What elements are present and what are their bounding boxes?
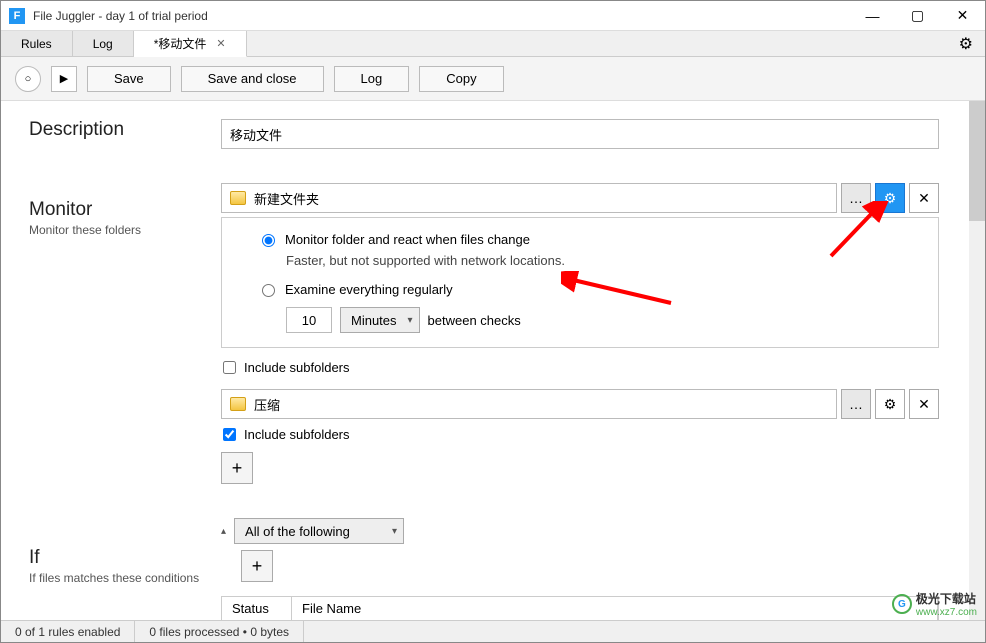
statusbar: 0 of 1 rules enabled 0 files processed •… [1, 620, 985, 642]
folder-path[interactable]: 新建文件夹 [254, 189, 836, 208]
tab-label: *移动文件 [154, 35, 207, 52]
vertical-scrollbar[interactable] [969, 101, 985, 626]
folder-icon [230, 191, 246, 205]
include-subfolders-row: Include subfolders [221, 356, 939, 379]
if-condition-row: ▴ All of the following [221, 518, 939, 544]
titlebar: F File Juggler - day 1 of trial period —… [1, 1, 985, 31]
gear-icon: ⚙ [884, 190, 897, 207]
if-section-title: If [29, 547, 201, 569]
monitor-options-panel: Monitor folder and react when files chan… [221, 217, 939, 348]
folder-icon [230, 397, 246, 411]
monitor-mode-sublabel: Faster, but not supported with network l… [286, 253, 918, 268]
tab-label: Log [93, 37, 113, 51]
include-subfolders-row: Include subfolders [221, 423, 939, 446]
watermark: G 极光下载站 www.xz7.com [892, 590, 977, 618]
description-section-title: Description [29, 119, 201, 141]
tab-close-icon[interactable]: ✕ [216, 37, 225, 50]
tab-log[interactable]: Log [73, 31, 134, 56]
include-subfolders-label: Include subfolders [244, 427, 350, 442]
log-button[interactable]: Log [334, 66, 410, 92]
remove-folder-button[interactable]: ✕ [909, 389, 939, 419]
save-and-close-button[interactable]: Save and close [181, 66, 324, 92]
folder-settings-button[interactable]: ⚙ [875, 389, 905, 419]
scrollbar-thumb[interactable] [969, 101, 985, 221]
settings-gear-button[interactable]: ⚙ [947, 31, 985, 56]
examine-mode-radio-row: Examine everything regularly [262, 282, 918, 297]
include-subfolders-checkbox[interactable] [223, 428, 236, 441]
results-table-header: Status File Name [221, 596, 939, 620]
window-controls: — ▢ ✕ [850, 1, 985, 31]
include-subfolders-label: Include subfolders [244, 360, 350, 375]
gear-icon: ⚙ [959, 34, 973, 54]
monitor-section-subtitle: Monitor these folders [29, 223, 201, 237]
interval-unit-select[interactable]: Minutes [340, 307, 420, 333]
copy-button[interactable]: Copy [419, 66, 503, 92]
table-header-filename[interactable]: File Name [292, 597, 938, 620]
close-window-button[interactable]: ✕ [940, 1, 985, 31]
tab-label: Rules [21, 37, 52, 51]
tab-rules[interactable]: Rules [1, 31, 73, 56]
gear-icon: ⚙ [884, 396, 897, 413]
status-rules-enabled: 0 of 1 rules enabled [1, 621, 135, 642]
close-icon: ✕ [918, 190, 930, 207]
remove-folder-button[interactable]: ✕ [909, 183, 939, 213]
interval-row: Minutes between checks [286, 307, 918, 333]
monitor-mode-label: Monitor folder and react when files chan… [285, 232, 530, 247]
play-button[interactable]: ▶ [51, 66, 77, 92]
left-column: Description Monitor Monitor these folder… [1, 101, 211, 626]
monitor-section-title: Monitor [29, 199, 201, 221]
circle-icon: ○ [25, 73, 32, 85]
folder-path[interactable]: 压缩 [254, 395, 836, 414]
status-files-processed: 0 files processed • 0 bytes [135, 621, 304, 642]
monitor-mode-radio[interactable] [262, 234, 275, 247]
main-content: Description Monitor Monitor these folder… [1, 101, 985, 626]
include-subfolders-checkbox[interactable] [223, 361, 236, 374]
save-button[interactable]: Save [87, 66, 171, 92]
examine-mode-label: Examine everything regularly [285, 282, 453, 297]
expand-icon[interactable]: ▴ [221, 526, 226, 537]
examine-mode-radio[interactable] [262, 284, 275, 297]
browse-folder-button[interactable]: … [841, 389, 871, 419]
minimize-button[interactable]: — [850, 1, 895, 31]
folder-settings-button[interactable]: ⚙ [875, 183, 905, 213]
table-header-status[interactable]: Status [222, 597, 292, 620]
condition-mode-select[interactable]: All of the following [234, 518, 404, 544]
tabstrip: Rules Log *移动文件 ✕ ⚙ [1, 31, 985, 57]
monitor-mode-radio-row: Monitor folder and react when files chan… [262, 232, 918, 247]
app-icon: F [9, 8, 25, 24]
window-title: File Juggler - day 1 of trial period [33, 9, 850, 23]
interval-suffix-label: between checks [428, 313, 521, 328]
close-icon: ✕ [918, 396, 930, 413]
monitor-folder-row: 压缩 … ⚙ ✕ [221, 389, 939, 419]
tab-current-rule[interactable]: *移动文件 ✕ [134, 31, 247, 57]
add-condition-button[interactable]: + [241, 550, 273, 582]
folder-path-input-wrap: 压缩 [221, 389, 837, 419]
interval-value-input[interactable] [286, 307, 332, 333]
plus-icon: + [252, 556, 263, 577]
plus-icon: + [232, 458, 243, 479]
toolbar: ○ ▶ Save Save and close Log Copy [1, 57, 985, 101]
description-input[interactable] [221, 119, 939, 149]
browse-folder-button[interactable]: … [841, 183, 871, 213]
folder-path-input-wrap: 新建文件夹 [221, 183, 837, 213]
right-column: 新建文件夹 … ⚙ ✕ Monitor folder and react whe… [211, 101, 969, 626]
watermark-brand: 极光下载站 [916, 590, 977, 607]
watermark-url: www.xz7.com [916, 607, 977, 618]
monitor-folder-row: 新建文件夹 … ⚙ ✕ [221, 183, 939, 213]
maximize-button[interactable]: ▢ [895, 1, 940, 31]
play-icon: ▶ [60, 72, 68, 85]
if-section-subtitle: If files matches these conditions [29, 571, 201, 585]
add-folder-button[interactable]: + [221, 452, 253, 484]
watermark-logo-icon: G [892, 594, 912, 614]
record-button[interactable]: ○ [15, 66, 41, 92]
